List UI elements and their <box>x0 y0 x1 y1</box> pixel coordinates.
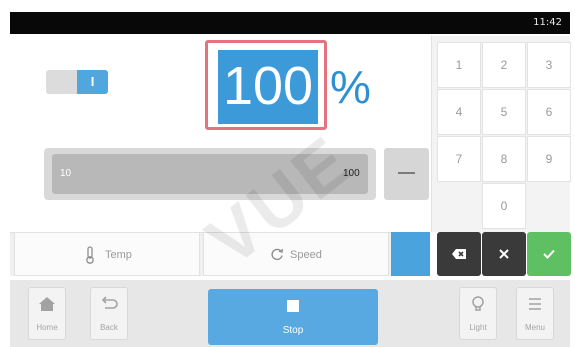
tab-temp-label: Temp <box>105 249 132 261</box>
home-icon <box>39 297 55 311</box>
back-arrow-icon <box>101 296 118 309</box>
key-0[interactable]: 0 <box>482 183 526 229</box>
range-min-label: 10 <box>60 168 72 179</box>
lightbulb-icon <box>472 296 484 311</box>
clear-button[interactable] <box>482 232 526 276</box>
setpoint-unit: % <box>330 61 371 113</box>
home-label: Home <box>36 323 58 332</box>
key-3[interactable]: 3 <box>527 42 571 88</box>
status-bar: 11:42 <box>10 12 570 34</box>
tab-speed[interactable]: Speed <box>203 232 389 276</box>
setpoint-value: 100 <box>222 56 314 116</box>
status-clock: 11:42 <box>533 17 562 28</box>
stop-button[interactable]: Stop <box>208 289 378 345</box>
backspace-button[interactable] <box>437 232 481 276</box>
on-off-toggle[interactable]: I <box>46 70 108 94</box>
key-6[interactable]: 6 <box>527 89 571 135</box>
key-4[interactable]: 4 <box>437 89 481 135</box>
range-slider-fill <box>52 154 368 194</box>
selection-indicator <box>391 232 430 276</box>
back-button[interactable]: Back <box>90 287 128 340</box>
minus-icon <box>398 172 415 174</box>
light-button[interactable]: Light <box>459 287 497 340</box>
hamburger-menu-icon <box>529 298 541 310</box>
confirm-button[interactable] <box>527 232 571 276</box>
thermometer-icon <box>86 246 94 264</box>
setpoint-value-field[interactable]: 100 <box>205 40 327 130</box>
tab-temp[interactable]: Temp <box>14 232 200 276</box>
toggle-knob: I <box>77 70 108 94</box>
key-5[interactable]: 5 <box>482 89 526 135</box>
range-slider[interactable] <box>44 148 376 200</box>
key-7[interactable]: 7 <box>437 136 481 182</box>
key-2[interactable]: 2 <box>482 42 526 88</box>
backspace-icon <box>452 249 466 259</box>
range-max-label: 100 <box>343 168 360 179</box>
menu-button[interactable]: Menu <box>516 287 554 340</box>
key-8[interactable]: 8 <box>482 136 526 182</box>
home-button[interactable]: Home <box>28 287 66 340</box>
tab-speed-label: Speed <box>290 249 322 261</box>
back-label: Back <box>100 323 118 332</box>
light-label: Light <box>469 323 487 332</box>
stop-label: Stop <box>282 325 304 336</box>
check-icon <box>543 249 555 259</box>
key-9[interactable]: 9 <box>527 136 571 182</box>
stop-icon <box>287 300 299 312</box>
menu-label: Menu <box>524 323 545 332</box>
decrement-button[interactable] <box>384 148 429 200</box>
rotate-icon <box>271 248 284 261</box>
key-1[interactable]: 1 <box>437 42 481 88</box>
x-icon <box>499 249 509 259</box>
